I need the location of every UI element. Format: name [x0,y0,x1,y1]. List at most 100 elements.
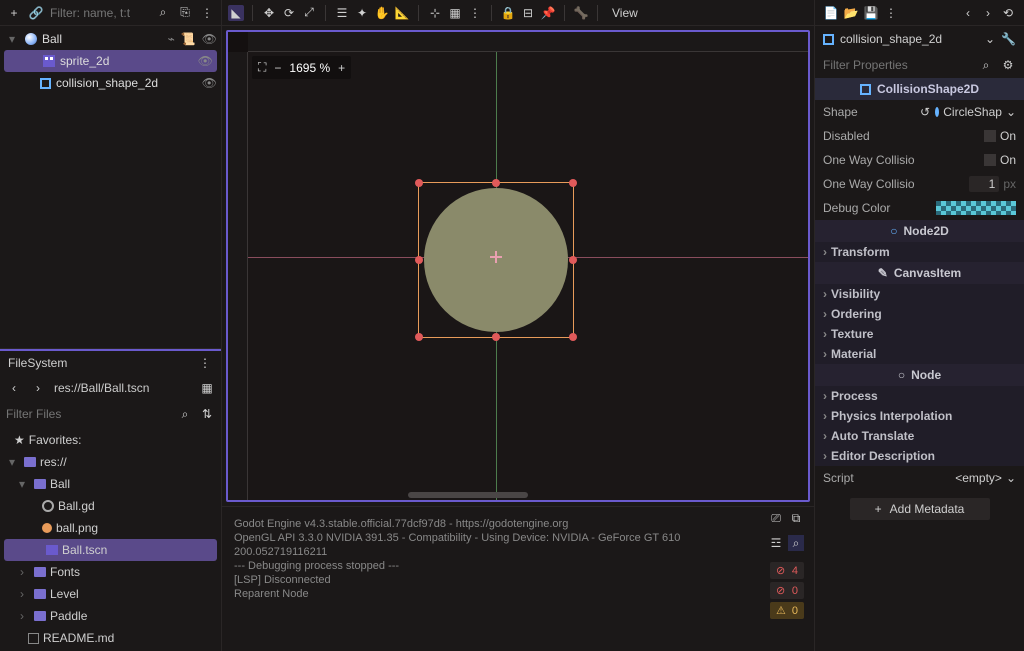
grid-icon[interactable]: ▦ [447,5,463,21]
scene-item-sprite2d[interactable]: sprite_2d 👁 [4,50,217,72]
prop-oneway: One Way Collisio On [815,148,1024,172]
section-texture[interactable]: ›Texture [815,324,1024,344]
forward-icon[interactable]: › [30,380,46,396]
add-node-icon[interactable]: + [6,5,22,21]
oneway-checkbox[interactable] [984,154,996,166]
scrollbar-horizontal[interactable] [408,492,528,498]
kebab-icon[interactable]: ⋮ [467,5,483,21]
search-icon[interactable]: ⌕ [155,5,171,21]
view-mode-icon[interactable]: ▦ [199,380,215,396]
shape-value[interactable]: CircleShap ⌄ [936,105,1016,119]
console-search-icon[interactable]: ⌕ [788,535,804,551]
kebab-icon[interactable]: ⋮ [197,355,213,371]
history-fwd-icon[interactable]: › [980,5,996,21]
list-tool-icon[interactable]: ☰ [334,5,350,21]
zoom-value[interactable]: 1695 % [289,61,330,75]
back-icon[interactable]: ‹ [6,380,22,396]
star-icon: ★ [14,433,25,447]
console-copy-icon[interactable]: ⧉ [788,510,804,526]
kebab-icon[interactable]: ⋮ [883,5,899,21]
ruler-tool-icon[interactable]: 📐 [394,5,410,21]
section-process[interactable]: ›Process [815,386,1024,406]
reset-icon[interactable]: ↺ [920,105,930,119]
section-ordering[interactable]: ›Ordering [815,304,1024,324]
zoom-out-icon[interactable]: − [274,61,281,75]
snap-opts-icon[interactable]: ⊹ [427,5,443,21]
section-physics-interp[interactable]: ›Physics Interpolation [815,406,1024,426]
error-badge[interactable]: ⊘4 [770,562,804,579]
scale-tool-icon[interactable]: ⤢ [301,5,317,21]
move-tool-icon[interactable]: ✥ [261,5,277,21]
select-tool-icon[interactable]: ◣ [228,5,244,21]
open-icon[interactable]: 📂 [843,5,859,21]
scene-filter-input[interactable] [50,6,149,20]
rotate-tool-icon[interactable]: ⟳ [281,5,297,21]
link-icon[interactable]: 🔗 [28,5,44,21]
section-visibility[interactable]: ›Visibility [815,284,1024,304]
fs-root-row[interactable]: ▾ res:// [0,451,221,473]
scene-icon [46,545,58,555]
lock-icon[interactable]: 🔒 [500,5,516,21]
fs-folder-paddle[interactable]: › Paddle [0,605,221,627]
visibility-icon[interactable]: 👁 [198,54,213,68]
circleshape-icon [935,107,939,117]
view-menu[interactable]: View [606,6,644,20]
history-back-icon[interactable]: ‹ [960,5,976,21]
search-icon[interactable]: ⌕ [978,57,994,73]
origin-cross [490,251,502,263]
output-console: Godot Engine v4.3.stable.official.77dcf9… [222,506,814,651]
visibility-icon[interactable]: 👁 [202,32,217,46]
console-clear-icon[interactable]: ⎚ [768,510,784,526]
debug-color-swatch[interactable] [936,201,1016,215]
section-transform[interactable]: ›Transform [815,242,1024,262]
chevron-down-icon[interactable]: ⌄ [985,32,995,46]
search-icon[interactable]: ⌕ [177,406,193,422]
wrench-icon[interactable]: 🔧 [1001,32,1016,46]
warning-badge[interactable]: ⚠0 [770,602,804,619]
prop-debug-color: Debug Color [815,196,1024,220]
fs-file-readme[interactable]: README.md [0,627,221,649]
add-metadata-button[interactable]: + Add Metadata [850,498,990,520]
inspector-node-path[interactable]: collision_shape_2d ⌄ 🔧 [815,26,1024,52]
fs-file-ballpng[interactable]: ball.png [0,517,221,539]
pin-icon[interactable]: 📌 [540,5,556,21]
settings-icon[interactable]: ⚙ [1000,57,1016,73]
fs-folder-ball[interactable]: ▾ Ball [0,473,221,495]
script-icon[interactable]: 📜 [181,32,196,46]
disabled-checkbox[interactable] [984,130,996,142]
section-editor-desc[interactable]: ›Editor Description [815,446,1024,466]
inspector-filter-input[interactable] [823,58,972,72]
history-icon[interactable]: ⟲ [1000,5,1016,21]
scene-item-collision[interactable]: collision_shape_2d 👁 [0,72,221,94]
script-add-icon[interactable]: ⎘ [177,5,193,21]
scene-root-row[interactable]: ▾ Ball ⌁ 📜 👁 [0,28,221,50]
console-filter-icon[interactable]: ☲ [768,535,784,551]
zoom-in-icon[interactable]: + [338,61,345,75]
signal-icon[interactable]: ⌁ [168,32,175,46]
bone-icon[interactable]: 🦴 [573,5,589,21]
fs-file-ballgd[interactable]: Ball.gd [0,495,221,517]
margin-input[interactable]: 1 [969,176,999,192]
image-icon [42,523,52,533]
kebab-icon[interactable]: ⋮ [199,5,215,21]
warning-icon: ⚠ [776,604,786,617]
filesystem-filter-input[interactable] [6,407,171,421]
section-material[interactable]: ›Material [815,344,1024,364]
visibility-icon[interactable]: 👁 [202,76,217,90]
fs-file-balltscn[interactable]: Ball.tscn [4,539,217,561]
chevron-down-icon[interactable]: ⌄ [1006,105,1016,119]
script-value[interactable]: <empty>⌄ [936,471,1016,485]
file-icon[interactable]: 📄 [823,5,839,21]
zoom-fit-icon[interactable]: ⛶ [258,60,266,75]
snap-tool-icon[interactable]: ✦ [354,5,370,21]
fs-folder-level[interactable]: › Level [0,583,221,605]
fs-folder-fonts[interactable]: › Fonts [0,561,221,583]
viewport[interactable]: ⛶ − 1695 % + [226,30,810,502]
favorites-row: ★ Favorites: [0,429,221,451]
section-auto-translate[interactable]: ›Auto Translate [815,426,1024,446]
save-icon[interactable]: 💾 [863,5,879,21]
error-badge-2[interactable]: ⊘0 [770,582,804,599]
pan-tool-icon[interactable]: ✋ [374,5,390,21]
sort-icon[interactable]: ⇅ [199,406,215,422]
group-icon[interactable]: ⊟ [520,5,536,21]
